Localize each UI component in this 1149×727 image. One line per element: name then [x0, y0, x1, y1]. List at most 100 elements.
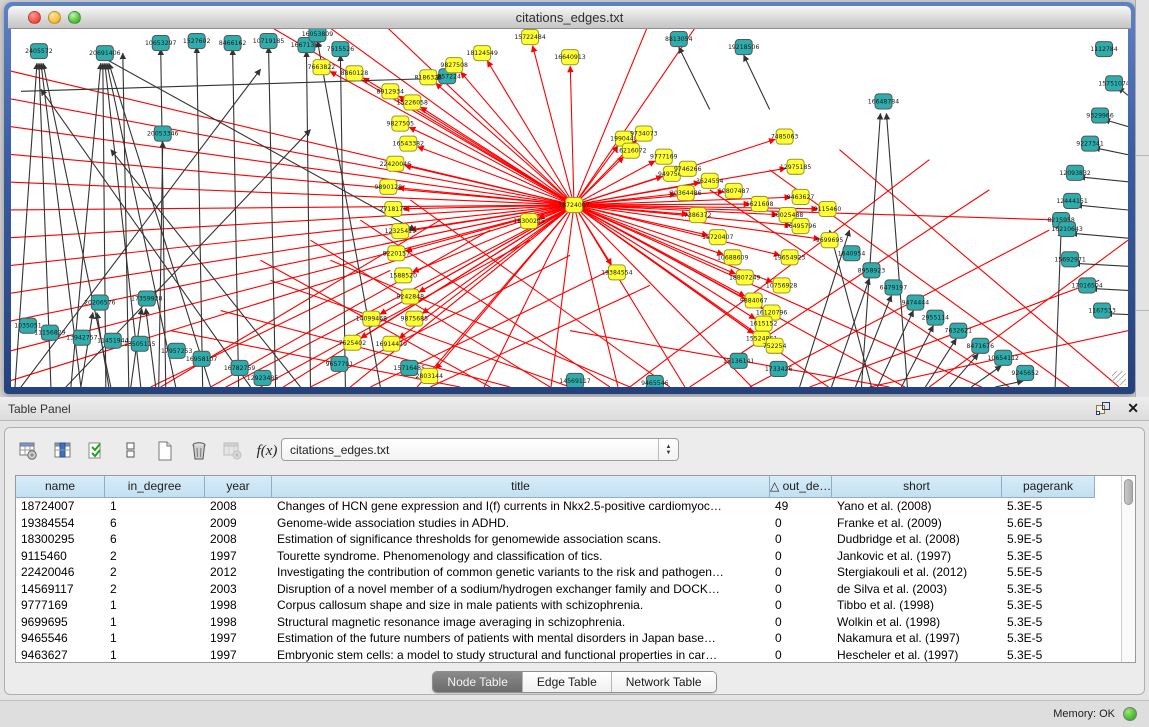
svg-text:9474444: 9474444: [902, 300, 930, 307]
table-cell: 9115460: [16, 548, 105, 565]
svg-text:7485063: 7485063: [771, 134, 799, 141]
table-row[interactable]: 1938455462009Genome-wide association stu…: [16, 515, 1135, 532]
memory-status-icon[interactable]: [1123, 707, 1137, 721]
new-column-icon[interactable]: [151, 438, 179, 464]
table-row[interactable]: 1456911722003Disruption of a novel membe…: [16, 581, 1135, 598]
svg-text:9746266: 9746266: [674, 166, 702, 173]
table-cell: 5.3E-5: [1002, 581, 1095, 598]
table-cell: 1: [105, 597, 205, 614]
svg-text:15692971: 15692971: [1054, 256, 1086, 263]
select-rows-icon[interactable]: [83, 438, 111, 464]
tab-edge-table[interactable]: Edge Table: [523, 672, 612, 692]
background-window-strip: [1135, 0, 1149, 397]
svg-text:7663822: 7663822: [308, 64, 336, 71]
table-selector-dropdown[interactable]: citations_edges.txt ▲▼: [281, 438, 679, 461]
column-header-1[interactable]: in_degree: [105, 476, 205, 498]
svg-text:13505115: 13505115: [124, 341, 156, 348]
svg-text:7515526: 7515526: [327, 46, 355, 53]
svg-text:7625402: 7625402: [339, 340, 367, 347]
svg-text:15720407: 15720407: [702, 234, 734, 241]
table-cell: Yano et al. (2008): [832, 498, 1002, 515]
table-row[interactable]: 946554611997Estimation of the future num…: [16, 630, 1135, 647]
table-row[interactable]: 977716911998Corpus callosum shape and si…: [16, 597, 1135, 614]
table-cell: 1997: [205, 647, 272, 664]
tab-network-table[interactable]: Network Table: [612, 672, 716, 692]
table-cell: 49: [770, 498, 832, 515]
svg-text:9827508: 9827508: [440, 62, 468, 69]
resize-grip-icon[interactable]: [1112, 371, 1126, 385]
svg-text:10688609: 10688609: [717, 254, 749, 261]
table-row[interactable]: 1872400712008Changes of HCN gene express…: [16, 498, 1135, 515]
svg-text:16543382: 16543382: [393, 141, 425, 148]
table-options-icon[interactable]: [15, 438, 43, 464]
table-cell: 9777169: [16, 597, 105, 614]
column-header-4[interactable]: △ out_de…: [770, 476, 832, 498]
window-titlebar[interactable]: citations_edges.txt: [8, 6, 1131, 29]
svg-text:7632621: 7632621: [945, 328, 973, 335]
svg-text:14569117: 14569117: [559, 378, 591, 385]
scrollbar-thumb[interactable]: [1124, 479, 1133, 505]
table-row[interactable]: 1830029562008Estimation of significance …: [16, 531, 1135, 548]
tab-node-table[interactable]: Node Table: [433, 672, 523, 692]
svg-text:1527602: 1527602: [183, 38, 211, 45]
table-header-row: namein_degreeyeartitle△ out_de…shortpage…: [16, 476, 1135, 498]
table-cell: Estimation of the future numbers of pati…: [272, 630, 770, 647]
table-cell: 0: [770, 564, 832, 581]
column-header-2[interactable]: year: [205, 476, 272, 498]
svg-text:18724007: 18724007: [558, 202, 590, 209]
float-panel-icon[interactable]: [1096, 402, 1111, 415]
table-cell: Estimation of significance thresholds fo…: [272, 531, 770, 548]
delete-table-icon[interactable]: [219, 438, 247, 464]
svg-text:8958923: 8958923: [858, 267, 886, 274]
table-cell: 5.9E-5: [1002, 531, 1095, 548]
svg-text:1112784: 1112784: [1090, 46, 1118, 53]
svg-text:10653297: 10653297: [145, 40, 177, 47]
vertical-scrollbar[interactable]: [1121, 476, 1135, 662]
function-builder-icon[interactable]: f(x): [253, 438, 281, 464]
svg-text:15716485: 15716485: [394, 365, 426, 372]
network-canvas[interactable]: 2405572206914061065329715276028466162107…: [11, 29, 1128, 387]
table-row[interactable]: 969969511998Structural magnetic resonanc…: [16, 614, 1135, 631]
svg-text:9657791: 9657791: [326, 361, 354, 368]
table-panel: Table Panel ✕: [0, 397, 1149, 727]
table-row[interactable]: 2242004622012Investigating the contribut…: [16, 564, 1135, 581]
svg-text:16671385: 16671385: [291, 42, 323, 49]
table-cell: 6: [105, 531, 205, 548]
table-cell: 1: [105, 614, 205, 631]
table-cell: Structural magnetic resonance image aver…: [272, 614, 770, 631]
table-cell: 5.3E-5: [1002, 498, 1095, 515]
table-cell: Corpus callosum shape and size in male p…: [272, 597, 770, 614]
column-header-6[interactable]: pagerank: [1002, 476, 1095, 498]
table-row[interactable]: 911546021997Tourette syndrome. Phenomeno…: [16, 548, 1135, 565]
svg-text:16053809: 16053809: [302, 31, 334, 38]
table-cell: 0: [770, 515, 832, 532]
table-toolbar: f(x): [15, 436, 289, 466]
delete-column-icon[interactable]: [185, 438, 213, 464]
citation-graph[interactable]: 2405572206914061065329715276028466162107…: [11, 29, 1128, 387]
table-cell: 5.5E-5: [1002, 564, 1095, 581]
show-columns-icon[interactable]: [49, 438, 77, 464]
svg-text:10719185: 10719185: [253, 38, 285, 45]
table-cell: 1997: [205, 548, 272, 565]
svg-text:19218506: 19218506: [728, 44, 760, 51]
svg-text:9115460: 9115460: [814, 206, 842, 213]
row-height-icon[interactable]: [117, 438, 145, 464]
table-cell: 5.3E-5: [1002, 630, 1095, 647]
table-cell: 0: [770, 531, 832, 548]
table-cell: 14569117: [16, 581, 105, 598]
column-header-0[interactable]: name: [16, 476, 105, 498]
table-cell: 5.3E-5: [1002, 597, 1095, 614]
svg-text:9875685: 9875685: [401, 316, 429, 323]
column-header-5[interactable]: short: [832, 476, 1002, 498]
svg-text:16914479: 16914479: [376, 341, 408, 348]
table-panel-body: f(x) citations_edges.txt ▲▼ namein_degre…: [4, 427, 1145, 695]
svg-text:9245652: 9245652: [1011, 370, 1039, 377]
svg-text:18124549: 18124549: [466, 50, 498, 57]
svg-text:12975185: 12975185: [780, 164, 812, 171]
column-header-3[interactable]: title: [272, 476, 770, 498]
svg-text:12923485: 12923485: [247, 375, 279, 382]
svg-text:16120796: 16120796: [756, 310, 788, 317]
table-row[interactable]: 946362711997Embryonic stem cells: a mode…: [16, 647, 1135, 664]
table-panel-title: Table Panel: [8, 402, 71, 416]
close-panel-icon[interactable]: ✕: [1127, 400, 1139, 416]
